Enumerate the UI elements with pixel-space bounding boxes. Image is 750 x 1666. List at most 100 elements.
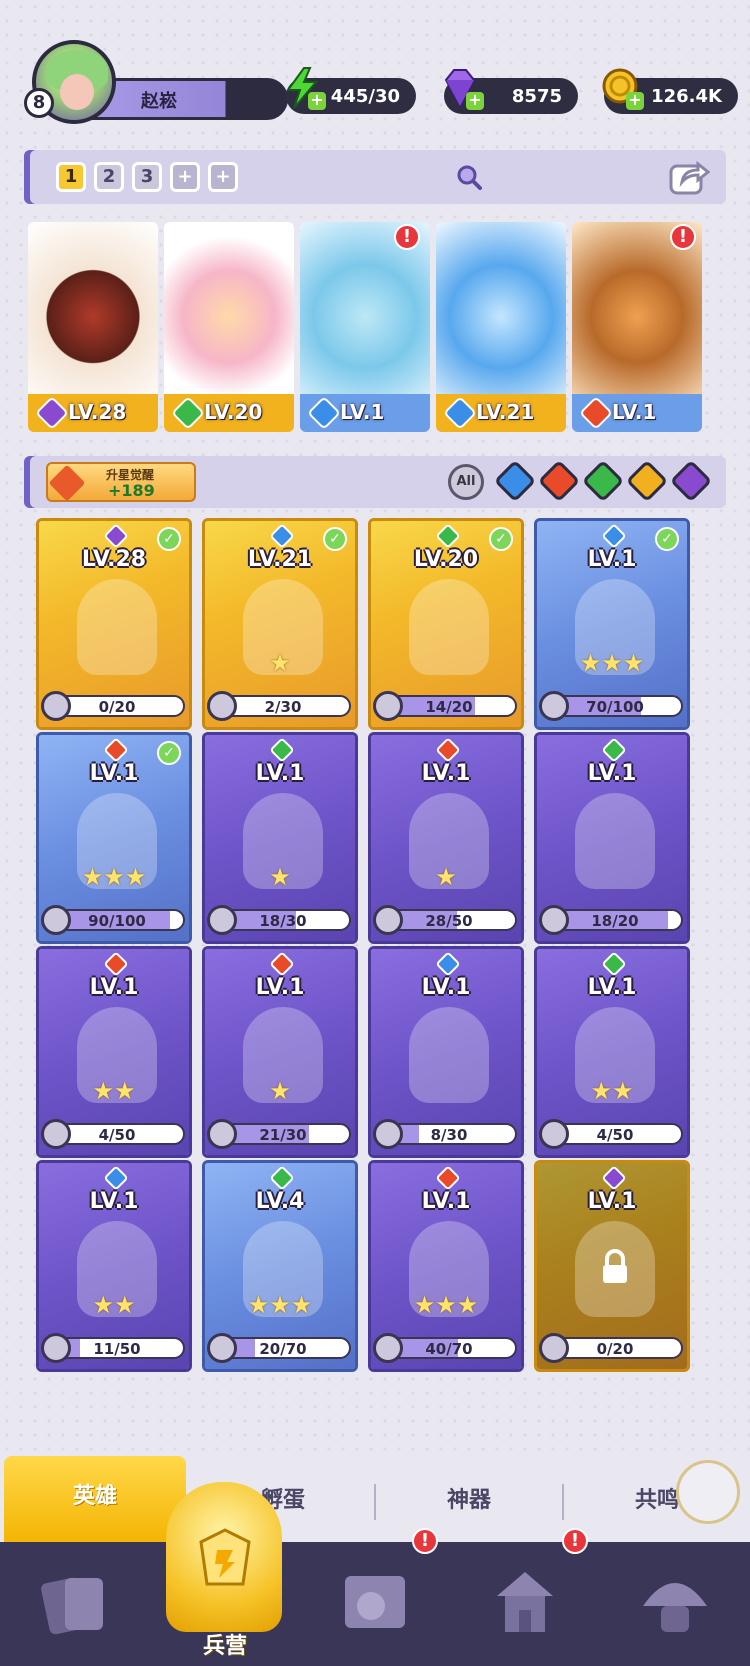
hero-level: LV.1 xyxy=(255,975,305,1000)
shard-icon xyxy=(539,905,569,935)
team-slot-2[interactable]: 2 xyxy=(94,162,124,192)
player-profile[interactable]: 赵崧 8 xyxy=(24,40,288,124)
team-selector-bar: 1 2 3 + + xyxy=(24,150,726,204)
gold-value: 126.4K xyxy=(651,86,722,107)
barracks-icon xyxy=(199,1528,251,1586)
filter-wind-icon[interactable] xyxy=(581,459,625,503)
hero-figure xyxy=(575,793,655,889)
hero-level: LV.4 xyxy=(255,1189,305,1214)
energy-counter[interactable]: + 445/30 xyxy=(286,67,416,114)
nav-barracks-label: 兵营 xyxy=(202,1634,247,1659)
lock-icon xyxy=(603,1249,627,1283)
tab-heroes[interactable]: 英雄 xyxy=(4,1456,186,1546)
hero-card[interactable]: ✓ LV.28 0/20 xyxy=(36,518,192,730)
player-name: 赵崧 xyxy=(141,91,177,112)
hero-card[interactable]: LV.1 ★★ 4/50 xyxy=(534,946,690,1158)
gems-value: 8575 xyxy=(511,86,562,107)
team-member-level: LV.21 xyxy=(476,400,535,424)
add-energy-icon[interactable]: + xyxy=(308,92,326,110)
hero-card[interactable]: ✓ LV.1 ★★★ 90/100 xyxy=(36,732,192,944)
hero-level: LV.1 xyxy=(89,1189,139,1214)
water-element-icon xyxy=(307,396,341,430)
hero-level: LV.1 xyxy=(255,761,305,786)
fire-element-icon xyxy=(579,396,613,430)
team-member-level: LV.1 xyxy=(340,400,385,424)
add-gems-icon[interactable]: + xyxy=(466,92,484,110)
nav-guild[interactable] xyxy=(600,1542,750,1666)
alert-badge-icon: ! xyxy=(412,1528,438,1554)
gems-counter[interactable]: + 8575 xyxy=(444,69,578,114)
shard-icon xyxy=(373,1333,403,1363)
hero-level: LV.1 xyxy=(587,547,637,572)
star-upgrade-button[interactable]: 升星觉醒 +189 xyxy=(46,462,196,502)
gold-counter[interactable]: + 126.4K xyxy=(602,68,738,114)
share-icon[interactable] xyxy=(668,158,710,196)
shard-icon xyxy=(41,1119,71,1149)
nav-cards[interactable] xyxy=(0,1542,150,1666)
compass-icon[interactable] xyxy=(676,1460,740,1524)
hero-card[interactable]: ✓ LV.20 14/20 xyxy=(368,518,524,730)
hero-grid: ✓ LV.28 0/20 ✓ LV.21 ★ 2/30 ✓ LV.20 14/20 ✓ LV.1 ★★★… xyxy=(36,518,726,1428)
hero-level: LV.1 xyxy=(89,975,139,1000)
team-lineup: LV.28 LV.20 ★★★ LV.1 ! ★ LV.21 ★★★ LV.1 xyxy=(28,222,728,432)
hero-card[interactable]: LV.1 0/20 xyxy=(534,1160,690,1372)
shard-icon xyxy=(41,691,71,721)
mushroom-icon xyxy=(643,1583,707,1632)
water-element-icon xyxy=(443,396,477,430)
hero-stars: ★★★ xyxy=(579,649,645,677)
nav-shrine[interactable]: ! xyxy=(450,1528,600,1666)
hero-level: LV.1 xyxy=(587,1189,637,1214)
hero-figure xyxy=(409,579,489,675)
nav-barracks[interactable]: 兵营 xyxy=(150,1482,300,1666)
search-icon[interactable] xyxy=(456,164,482,190)
hero-stars: ★ xyxy=(269,649,291,677)
shard-icon xyxy=(373,905,403,935)
team-member-3[interactable]: ★★★ LV.1 ! xyxy=(300,222,430,432)
team-slot-3[interactable]: 3 xyxy=(132,162,162,192)
hero-level: LV.21 xyxy=(247,547,313,572)
upgrade-value: +189 xyxy=(108,481,155,500)
filter-dark-icon[interactable] xyxy=(669,459,713,503)
hero-level: LV.28 xyxy=(81,547,147,572)
hero-card[interactable]: LV.4 ★★★ 20/70 xyxy=(202,1160,358,1372)
team-member-level: LV.1 xyxy=(612,400,657,424)
shard-icon xyxy=(41,905,71,935)
hero-card[interactable]: LV.1 ★ 21/30 xyxy=(202,946,358,1158)
hero-card[interactable]: LV.1 18/20 xyxy=(534,732,690,944)
hero-card[interactable]: LV.1 8/30 xyxy=(368,946,524,1158)
filter-all-button[interactable]: All xyxy=(448,464,484,500)
nav-map[interactable]: ! xyxy=(300,1528,450,1666)
shrine-icon xyxy=(497,1572,553,1632)
hero-card[interactable]: LV.1 ★ 28/50 xyxy=(368,732,524,944)
hero-card[interactable]: LV.1 ★★ 4/50 xyxy=(36,946,192,1158)
filter-water-icon[interactable] xyxy=(493,459,537,503)
hero-stars: ★★★ xyxy=(247,1291,313,1319)
filter-fire-icon[interactable] xyxy=(537,459,581,503)
alert-badge-icon: ! xyxy=(670,224,696,250)
filter-light-icon[interactable] xyxy=(625,459,669,503)
hero-card[interactable]: LV.1 ★ 18/30 xyxy=(202,732,358,944)
team-member-5[interactable]: ★★★ LV.1 ! xyxy=(572,222,702,432)
hero-stars: ★ xyxy=(269,863,291,891)
shard-icon xyxy=(41,1333,71,1363)
team-member-1[interactable]: LV.28 xyxy=(28,222,158,432)
bottom-nav: 兵营 ! ! xyxy=(0,1482,750,1666)
shard-icon xyxy=(207,1333,237,1363)
team-member-4[interactable]: ★ LV.21 xyxy=(436,222,566,432)
hero-card[interactable]: ✓ LV.1 ★★★ 70/100 xyxy=(534,518,690,730)
alert-badge-icon: ! xyxy=(394,224,420,250)
hero-card[interactable]: ✓ LV.21 ★ 2/30 xyxy=(202,518,358,730)
shard-icon xyxy=(539,691,569,721)
map-book-icon xyxy=(345,1576,405,1628)
shard-icon xyxy=(539,1333,569,1363)
dark-element-icon xyxy=(35,396,69,430)
add-gold-icon[interactable]: + xyxy=(626,92,644,110)
team-slot-add-4[interactable]: + xyxy=(170,162,200,192)
hero-card[interactable]: LV.1 ★★★ 40/70 xyxy=(368,1160,524,1372)
tab-artifacts[interactable]: 神器 xyxy=(376,1460,562,1542)
team-member-2[interactable]: LV.20 xyxy=(164,222,294,432)
hero-card[interactable]: LV.1 ★★ 11/50 xyxy=(36,1160,192,1372)
hero-stars: ★ xyxy=(269,1077,291,1105)
team-slot-add-5[interactable]: + xyxy=(208,162,238,192)
team-slot-1[interactable]: 1 xyxy=(56,162,86,192)
